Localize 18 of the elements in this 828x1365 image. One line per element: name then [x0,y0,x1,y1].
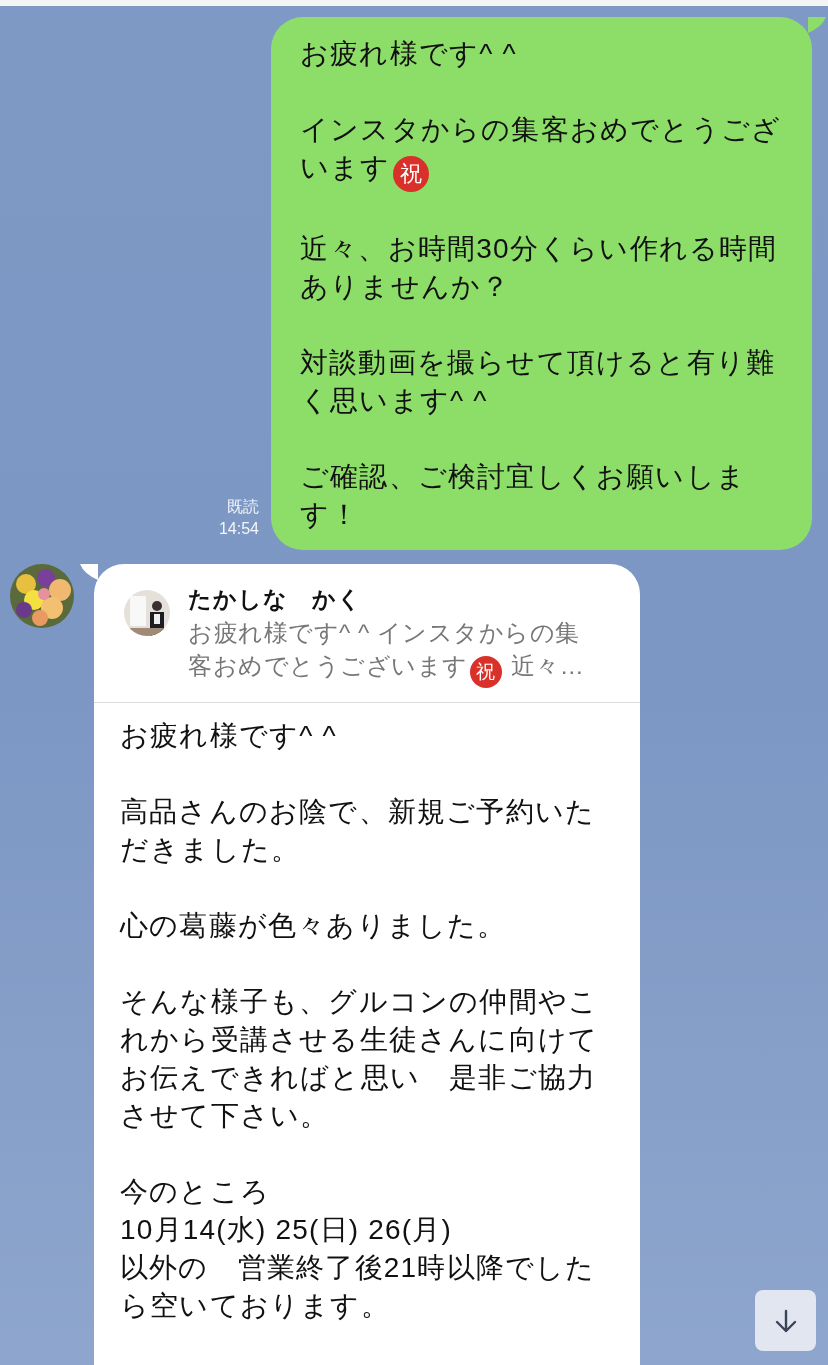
message-time: 14:54 [218,519,259,539]
reply-quote[interactable]: たかしな かく お疲れ様です^ ^ インスタからの集客おめでとうございます 祝 近々… [94,564,640,703]
scroll-down-button[interactable] [755,1290,816,1351]
message-text: そんな様子も、グルコンの仲間やこれから受講させる生徒さんに向けてお伝えできればと思い 是非ご協力させて下さい。 [120,985,600,1133]
message-text: お疲れ様です^ ^ [300,37,518,71]
bubble-tail [80,564,98,580]
message-text: 近々、お時間30分くらい作れる時間ありませんか？ [300,232,779,304]
message-preview: お疲れ様です^ ^ インスタからの集客おめでとうございます 祝 近々… [188,616,600,688]
message-text: インスタからの集客おめでとうございます 祝 [300,111,790,192]
message-text: ご確認、ご検討宜しくお願いします！ [300,460,747,532]
message-text: 高品さんのお陰で、新規ご予約いただきました。 [120,795,597,867]
bubble-tail [808,17,826,33]
read-receipt: 既読 [227,497,259,517]
message-text: お疲れ様です^ ^ [120,719,338,753]
sender-name: たかしな かく [188,585,363,614]
message-text: 今のところ 10月14(水) 25(日) 26(月) 以外の 営業終了後21時以降でしたら空いております。 [120,1175,597,1323]
message-text: 対談動画を撮らせて頂けると有り難く思います^ ^ [300,346,777,418]
message-text: 心の葛藤が色々ありました。 [120,909,508,943]
